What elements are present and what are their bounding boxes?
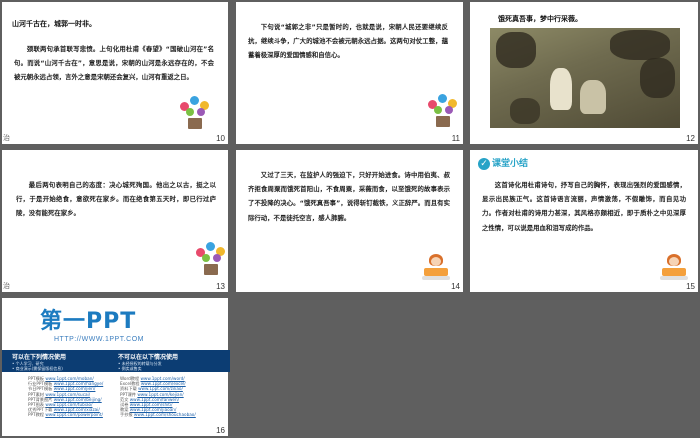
paragraph: 最后两句表明自己的态度：决心城死殉国。他出之以古，挺之以行，于是开始绝食，意欲死… [16,181,216,218]
slide-number: 13 [216,282,225,291]
logo-text: 第一PPT [40,309,137,334]
slide-thumbnail-11[interactable]: 下句说“城郭之非”只是暂时的，也就是说，宋朝人民还要继续反抗，继续斗争，广大的城… [236,2,463,144]
slide-text: 下句说“城郭之非”只是暂时的，也就是说，宋朝人民还要继续反抗，继续斗争，广大的城… [248,20,448,63]
list-item[interactable]: 手抄报 www.1ppt.com/shouchaobao/ [120,412,196,417]
link-list-left: PPT模板 www.1ppt.com/moban/ 行业PPT模板 www.1p… [28,376,103,418]
slide-number: 14 [451,282,460,291]
summary-title: 课堂小结 [492,159,529,169]
side-char: 治 [3,282,10,290]
decorative-icons [194,240,230,276]
slide-thumbnail-16[interactable]: 第一PPT HTTP://WWW.1PPT.COM 可以在下列情况使用 • 个人… [2,298,230,436]
slide-heading: 山河千古在，城郭一时非。 [12,20,96,28]
slide-number: 15 [686,282,695,291]
slide-thumbnail-10[interactable]: 山河千古在，城郭一时非。 颈联两句承首联写悲愤。上句化用杜甫《春望》“国破山河在… [2,2,228,144]
list-item[interactable]: PPT教程 www.1ppt.com/powerpoint/ [28,412,103,417]
slide-heading: 饿死真吾事，梦中行采薇。 [498,15,582,23]
slide-text: 又过了三天，在监护人的强迫下，只好开始进食。诗中用伯夷、叔齐拒食周粟而饿死首阳山… [248,168,450,225]
check-icon: ✓ [478,158,490,170]
slide-thumbnail-14[interactable]: 又过了三天，在监护人的强迫下，只好开始进食。诗中用伯夷、叔齐拒食周粟而饿死首阳山… [236,150,463,292]
can-use-title: 可以在下列情况使用 [12,354,67,361]
slide-number: 10 [216,134,225,143]
cannot-use-line: • 倒卖或售卖 [118,366,142,371]
cannot-use-title: 不可以在以下情况使用 [118,354,179,361]
link-list-right: Word教程 www.1ppt.com/word/ Excel教程 www.1p… [120,376,196,418]
slide-thumbnail-15[interactable]: ✓ 课堂小结 这首诗化用杜甫诗句，抒写自己的胸怀，表现出强烈的爱国感情，显示出民… [470,150,698,292]
slide-number: 16 [216,426,225,435]
slide-thumbnail-12[interactable]: 饿死真吾事，梦中行采薇。 12 [470,2,698,144]
logo-url: HTTP://WWW.1PPT.COM [54,336,144,343]
usage-banner: 可以在下列情况使用 • 个人学习、研究 • 商业演示(需保留版权信息) 不可以在… [2,350,230,372]
painting-image [490,28,680,128]
girl-reading-icon [422,254,450,280]
ppt-logo: 第一PPT [40,310,194,334]
decorative-icons [178,94,214,130]
paragraph: 又过了三天，在监护人的强迫下，只好开始进食。诗中用伯夷、叔齐拒食周粟而饿死首阳山… [248,171,450,222]
slide-number: 12 [686,134,695,143]
slide-text: 颈联两句承首联写悲愤。上句化用杜甫《春望》“国破山河在”名句。而说“山河千古在”… [14,42,214,85]
slide-thumbnail-13[interactable]: 最后两句表明自己的态度：决心城死殉国。他出之以古，挺之以行，于是开始绝食，意欲死… [2,150,228,292]
girl-reading-icon [660,254,688,280]
paragraph: 下句说“城郭之非”只是暂时的，也就是说，宋朝人民还要继续反抗，继续斗争，广大的城… [248,23,448,60]
slide-text: 最后两句表明自己的态度：决心城死殉国。他出之以古，挺之以行，于是开始绝食，意欲死… [16,178,216,221]
side-char: 治 [3,134,10,142]
decorative-icons [426,92,462,128]
slide-text: 这首诗化用杜甫诗句，抒写自己的胸怀，表现出强烈的爱国感情，显示出民族正气。这首诗… [482,178,686,235]
can-use-line: • 商业演示(需保留版权信息) [12,366,63,371]
slide-number: 11 [451,134,460,143]
paragraph: 颈联两句承首联写悲愤。上句化用杜甫《春望》“国破山河在”名句。而说“山河千古在”… [14,45,214,82]
paragraph: 这首诗化用杜甫诗句，抒写自己的胸怀，表现出强烈的爱国感情，显示出民族正气。这首诗… [482,181,686,232]
